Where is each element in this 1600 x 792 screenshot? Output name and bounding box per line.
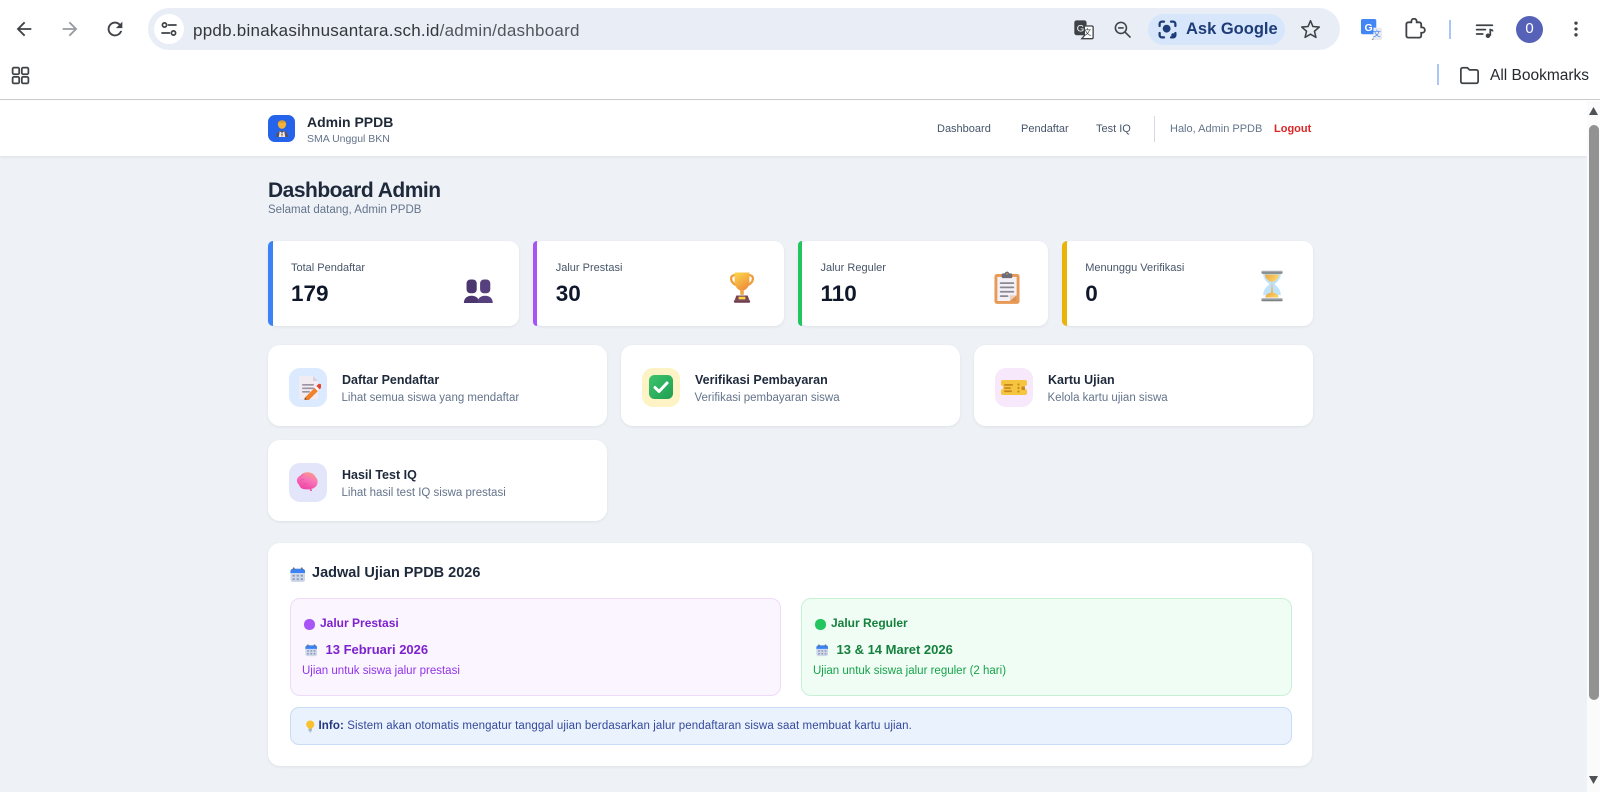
svg-text:G: G [1365,22,1373,34]
svg-text:文: 文 [1373,29,1381,39]
svg-text:文: 文 [1084,27,1092,37]
